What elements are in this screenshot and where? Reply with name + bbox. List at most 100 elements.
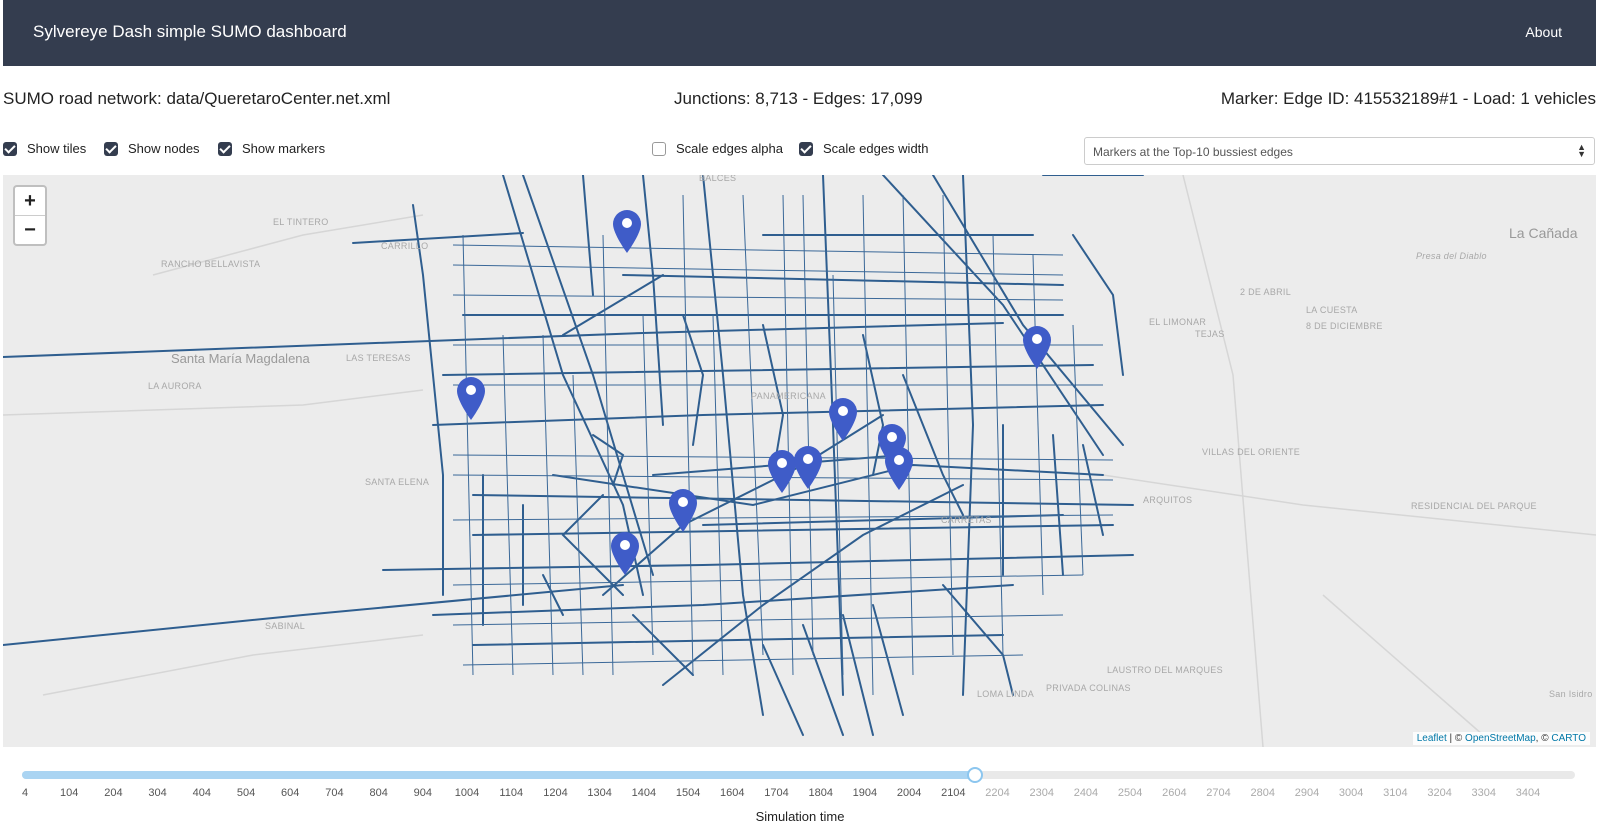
slider-tick-label: 1004 bbox=[454, 787, 480, 799]
slider-tick-label: 2004 bbox=[896, 787, 922, 799]
map-label: San Isidro Mirano bbox=[1549, 689, 1596, 699]
slider-tick-label: 104 bbox=[60, 787, 79, 799]
map-label: SABINAL bbox=[265, 621, 306, 631]
slider-tick-label: 2204 bbox=[985, 787, 1010, 799]
map-label: RESIDENCIAL DEL PARQUE bbox=[1411, 501, 1537, 511]
map-marker-icon[interactable] bbox=[667, 487, 699, 533]
openstreetmap-link[interactable]: OpenStreetMap bbox=[1465, 733, 1536, 744]
map-label: SANTA ELENA bbox=[365, 477, 430, 487]
slider-tick-label: 1304 bbox=[587, 787, 612, 799]
slider-tick-label: 2404 bbox=[1073, 787, 1099, 799]
slider-tick-label: 3104 bbox=[1383, 787, 1408, 799]
scale-edges-width-label: Scale edges width bbox=[823, 141, 929, 156]
leaflet-link[interactable]: Leaflet bbox=[1417, 733, 1447, 744]
slider-tick-label: 3204 bbox=[1427, 787, 1452, 799]
scale-edges-alpha-checkbox[interactable]: Scale edges alpha bbox=[652, 141, 783, 156]
show-nodes-label: Show nodes bbox=[128, 141, 200, 156]
show-tiles-label: Show tiles bbox=[27, 141, 87, 156]
slider-tick-label: 3304 bbox=[1471, 787, 1497, 799]
zoom-out-button[interactable]: − bbox=[15, 216, 45, 244]
scale-edges-alpha-label: Scale edges alpha bbox=[676, 141, 783, 156]
slider-progress bbox=[22, 771, 976, 779]
slider-tick-label: 1104 bbox=[499, 787, 524, 799]
map-label: EL LIMONAR bbox=[1149, 317, 1207, 327]
map-marker-icon[interactable] bbox=[611, 208, 643, 254]
checkbox-checked-icon[interactable] bbox=[799, 141, 813, 156]
map-label: ARQUITOS bbox=[1143, 495, 1193, 505]
checkbox-checked-icon[interactable] bbox=[218, 141, 232, 156]
slider-tick-label: 2604 bbox=[1162, 787, 1187, 799]
slider-tick-label: 1204 bbox=[543, 787, 568, 799]
map-label: LAUSTRO DEL MARQUES bbox=[1107, 665, 1223, 675]
slider-tick-label: 404 bbox=[192, 787, 211, 799]
marker-mode-value: Markers at the Top-10 bussiest edges bbox=[1093, 145, 1293, 159]
checkbox-checked-icon[interactable] bbox=[104, 141, 118, 156]
slider-tick-label: 704 bbox=[325, 787, 344, 799]
map-label: Presa del Diablo bbox=[1416, 251, 1487, 261]
show-markers-checkbox[interactable]: Show markers bbox=[218, 141, 325, 156]
slider-tick-label: 2304 bbox=[1029, 787, 1054, 799]
slider-tick-label: 204 bbox=[104, 787, 123, 799]
map-marker-icon[interactable] bbox=[792, 444, 824, 490]
slider-tick-label: 4 bbox=[21, 787, 29, 799]
navbar: Sylvereye Dash simple SUMO dashboard Abo… bbox=[3, 0, 1596, 66]
map-label: La Cañada bbox=[1509, 225, 1578, 241]
about-link[interactable]: About bbox=[1525, 24, 1562, 40]
map-label: 2 DE ABRIL bbox=[1240, 287, 1292, 297]
map-label: CARRETAS bbox=[941, 515, 992, 525]
slider-handle[interactable] bbox=[967, 767, 984, 783]
map-attribution: Leaflet | © OpenStreetMap, © CARTO bbox=[1412, 732, 1590, 745]
show-tiles-checkbox[interactable]: Show tiles bbox=[3, 141, 86, 156]
slider-tick-label: 2504 bbox=[1117, 787, 1143, 799]
slider-tick-label: 804 bbox=[369, 787, 388, 799]
marker-mode-dropdown[interactable]: Markers at the Top-10 bussiest edges ▲ ▼ bbox=[1084, 137, 1595, 165]
carto-link[interactable]: CARTO bbox=[1551, 733, 1586, 744]
slider-tick-label: 2104 bbox=[941, 787, 966, 799]
map-label: Santa María Magdalena bbox=[171, 351, 310, 366]
zoom-control: + − bbox=[13, 185, 47, 246]
map-label: EL TINTERO bbox=[273, 217, 329, 227]
map-label: RANCHO BELLAVISTA bbox=[161, 259, 261, 269]
map-marker-icon[interactable] bbox=[1021, 324, 1053, 370]
map-marker-icon[interactable] bbox=[455, 375, 487, 421]
slider-tick-label: 2904 bbox=[1294, 787, 1320, 799]
attribution-separator: , © bbox=[1535, 733, 1552, 744]
map-marker-icon[interactable] bbox=[827, 396, 859, 442]
network-file-label: SUMO road network: data/QueretaroCenter.… bbox=[3, 89, 391, 108]
sumo-edges-dense bbox=[452, 194, 1114, 696]
slider-tick-label: 904 bbox=[413, 787, 433, 799]
slider-tick-label: 1504 bbox=[675, 787, 701, 799]
slider-tick-label: 604 bbox=[281, 787, 300, 799]
scale-edges-width-checkbox[interactable]: Scale edges width bbox=[799, 141, 929, 156]
sort-caret-icon: ▲ ▼ bbox=[1577, 142, 1586, 159]
map-label: LA CUESTA bbox=[1306, 305, 1358, 315]
network-counts-label: Junctions: 8,713 - Edges: 17,099 bbox=[674, 89, 923, 108]
show-nodes-checkbox[interactable]: Show nodes bbox=[104, 141, 200, 156]
slider-tick-label: 1604 bbox=[720, 787, 745, 799]
slider-tick-label: 504 bbox=[236, 787, 256, 799]
app-title[interactable]: Sylvereye Dash simple SUMO dashboard bbox=[33, 22, 347, 42]
slider-tick-label: 1404 bbox=[631, 787, 657, 799]
slider-tick-label: 1804 bbox=[808, 787, 833, 799]
checkbox-checked-icon[interactable] bbox=[3, 141, 17, 156]
checkbox-unchecked-icon[interactable] bbox=[652, 141, 666, 156]
show-markers-label: Show markers bbox=[242, 141, 326, 156]
map-label: LA AURORA bbox=[148, 381, 202, 391]
map-view[interactable]: EL TINTERO CARRILLO RANCHO BELLAVISTA Sa… bbox=[3, 175, 1596, 747]
map-marker-icon[interactable] bbox=[609, 530, 641, 576]
map-label: LOMA LINDA bbox=[977, 689, 1035, 699]
slider-tick-label: 3404 bbox=[1515, 787, 1541, 799]
slider-tick-label: 1704 bbox=[764, 787, 789, 799]
map-marker-icon[interactable] bbox=[883, 445, 915, 491]
map-label: VILLAS DEL ORIENTE bbox=[1202, 447, 1301, 457]
map-label: PANAMERICANA bbox=[751, 391, 826, 401]
map-label: BALCES bbox=[699, 175, 737, 183]
simulation-time-label: Simulation time bbox=[755, 809, 845, 824]
map-label: CARRILLO bbox=[381, 241, 429, 251]
marker-info-label: Marker: Edge ID: 415532189#1 - Load: 1 v… bbox=[1220, 89, 1596, 108]
map-label: 8 DE DICIEMBRE bbox=[1306, 321, 1383, 331]
slider-tick-label: 1904 bbox=[852, 787, 878, 799]
map-label: PRIVADA COLINAS bbox=[1046, 683, 1131, 693]
slider-tick-label: 2804 bbox=[1250, 787, 1275, 799]
zoom-in-button[interactable]: + bbox=[15, 187, 45, 216]
